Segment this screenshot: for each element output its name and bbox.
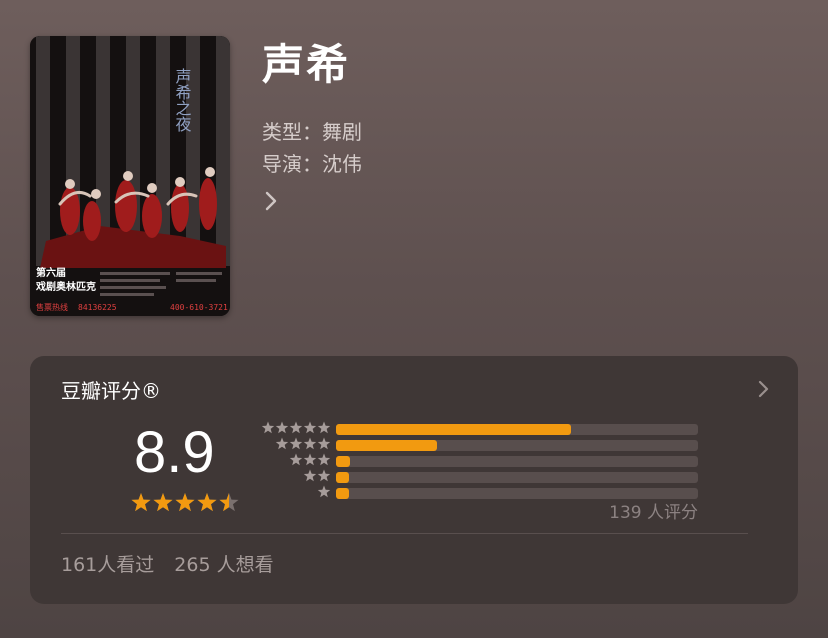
star-filled-icon [197, 493, 217, 512]
rating-card: 豆瓣评分® 8.9 139 人评分 161人看过 265 人想看 [30, 356, 798, 604]
watched-count[interactable]: 161人看过 [61, 554, 154, 576]
rating-count[interactable]: 139 人评分 [609, 502, 698, 524]
distribution-star-icon [317, 485, 331, 498]
card-divider [61, 533, 748, 534]
viewer-stats: 161人看过 265 人想看 [61, 552, 274, 578]
distribution-star-icon [317, 421, 331, 434]
rating-bar-track [336, 424, 698, 435]
poster-festival-label: 第六届 [36, 266, 66, 279]
poster-phone-left: 84136225 [78, 303, 117, 312]
distribution-star-icon [289, 421, 303, 434]
distribution-star-icon [275, 421, 289, 434]
director-line: 导演：沈伟 [262, 152, 362, 176]
distribution-star-icon [275, 437, 289, 450]
distribution-star-icon [303, 469, 317, 482]
poster-vertical-title: 声希之夜 [173, 68, 192, 132]
rating-bar-fill-5-star [336, 424, 572, 435]
want-count[interactable]: 265 人想看 [174, 554, 273, 576]
rating-score: 8.9 [134, 420, 215, 485]
rating-bar-track [336, 456, 698, 467]
star-filled-icon [131, 493, 151, 512]
distribution-star-icon [261, 421, 275, 434]
distribution-star-icon [303, 437, 317, 450]
star-filled-icon [153, 493, 173, 512]
distribution-star-icon [317, 469, 331, 482]
rating-bar-track [336, 472, 698, 483]
rating-bar-fill-2-star [336, 472, 349, 483]
distribution-star-icon [317, 453, 331, 466]
movie-title: 声希 [262, 40, 351, 89]
distribution-star-icon [289, 453, 303, 466]
distribution-star-icon [303, 421, 317, 434]
rating-bar-track [336, 488, 698, 499]
rating-header: 豆瓣评分® [61, 379, 161, 403]
rating-bar-track [336, 440, 698, 451]
average-stars [131, 493, 239, 512]
poster-phone-right: 400-610-3721 [170, 303, 228, 312]
rating-bar-fill-3-star [336, 456, 351, 467]
poster-image[interactable]: 声希之夜 第六届 戏剧奥林匹克 售票热线 84136225 400-610-37… [30, 36, 230, 316]
rating-distribution [336, 424, 698, 504]
poster-hotline-label: 售票热线 [36, 302, 68, 312]
rating-bar-fill-1-star [336, 488, 349, 499]
rating-bar-fill-4-star [336, 440, 438, 451]
distribution-star-icon [303, 453, 317, 466]
distribution-star-icon [289, 437, 303, 450]
distribution-star-labels [261, 421, 331, 498]
star-filled-icon [175, 493, 195, 512]
distribution-star-icon [317, 437, 331, 450]
poster-festival-name: 戏剧奥林匹克 [35, 280, 96, 293]
rating-detail-chevron-icon[interactable] [756, 378, 772, 400]
more-info-chevron-icon[interactable] [262, 188, 282, 214]
genre-line: 类型：舞剧 [262, 120, 362, 144]
